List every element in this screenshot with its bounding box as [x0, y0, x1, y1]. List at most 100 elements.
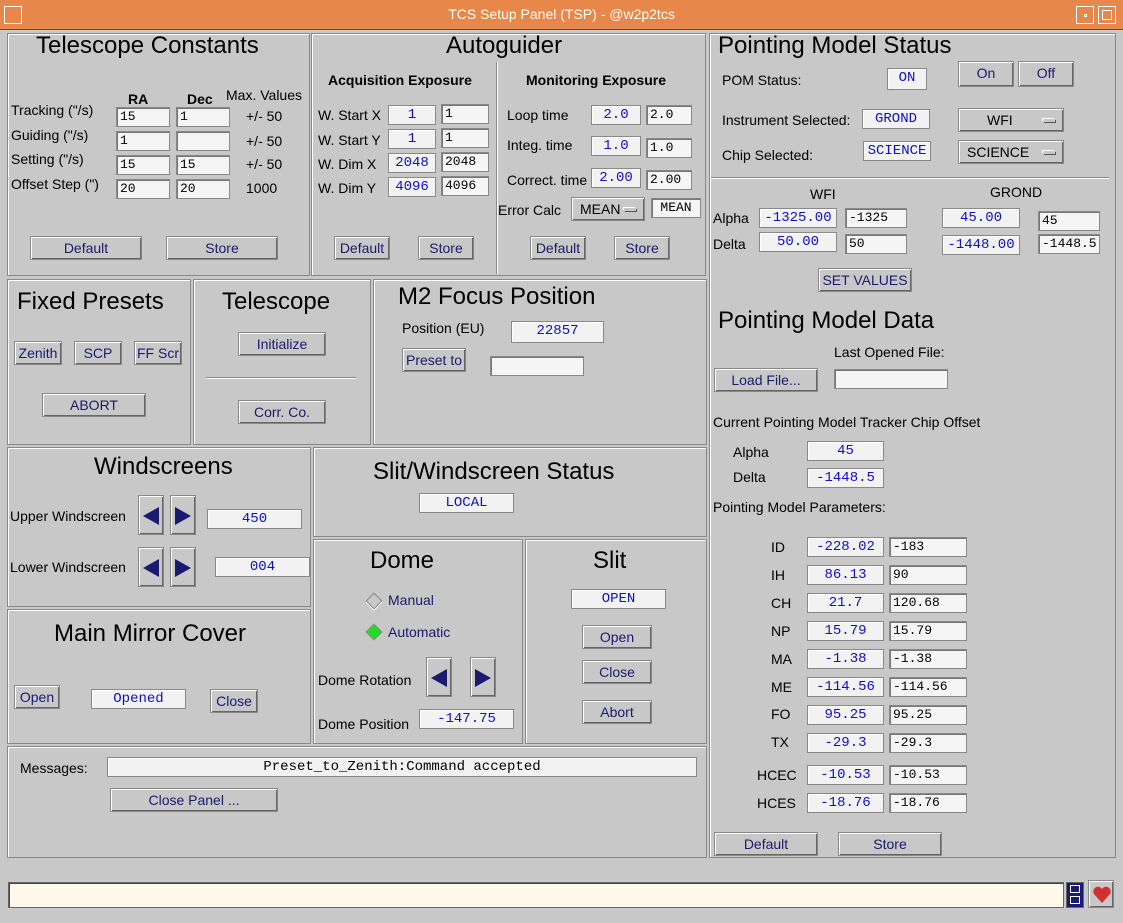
correct-time-value: 2.00 [591, 168, 641, 188]
debug-icon[interactable] [1066, 882, 1084, 908]
param-tx-input[interactable]: -29.3 [889, 733, 967, 753]
telescope-title: Telescope [222, 288, 331, 315]
mirror-close-button[interactable]: Close [210, 689, 258, 713]
wfi-header: WFI [810, 186, 836, 202]
messages-label: Messages: [20, 760, 88, 776]
correct-time-input[interactable]: 2.00 [646, 170, 692, 190]
loop-time-value: 2.0 [591, 105, 641, 125]
lower-windscreen-left-button[interactable] [138, 547, 164, 587]
load-file-button[interactable]: Load File... [714, 368, 818, 392]
offset-step-dec-input[interactable]: 20 [176, 179, 230, 199]
slit-abort-button[interactable]: Abort [582, 700, 652, 724]
param-np-input[interactable]: 15.79 [889, 621, 967, 641]
mirror-open-button[interactable]: Open [14, 685, 60, 709]
integ-time-input[interactable]: 1.0 [646, 138, 692, 158]
pom-on-button[interactable]: On [958, 61, 1014, 87]
monitoring-default-button[interactable]: Default [530, 236, 586, 260]
acquisition-store-button[interactable]: Store [418, 236, 474, 260]
w-start-y-value: 1 [388, 129, 436, 149]
heartbeat-icon[interactable] [1088, 880, 1114, 908]
wfi-alpha-input[interactable]: -1325 [845, 208, 907, 228]
status-bar [8, 882, 1064, 908]
setting-dec-input[interactable]: 15 [176, 155, 230, 175]
param-fo-input[interactable]: 95.25 [889, 705, 967, 725]
upper-windscreen-left-button[interactable] [138, 495, 164, 535]
pom-off-button[interactable]: Off [1018, 61, 1074, 87]
pom-store-button[interactable]: Store [838, 832, 942, 856]
pom-default-button[interactable]: Default [714, 832, 818, 856]
tracking-dec-input[interactable]: 1 [176, 107, 230, 127]
tracking-max: +/- 50 [246, 108, 283, 124]
w-dim-y-label: W. Dim Y [318, 180, 377, 196]
upper-windscreen-right-button[interactable] [170, 495, 196, 535]
param-me-label: ME [771, 679, 792, 695]
slit-open-button[interactable]: Open [582, 625, 652, 649]
param-hces-input[interactable]: -18.76 [889, 793, 967, 813]
param-ma-label: MA [771, 651, 792, 667]
maximize-button[interactable] [1098, 6, 1116, 24]
param-ch-input[interactable]: 120.68 [889, 593, 967, 613]
loop-time-input[interactable]: 2.0 [646, 105, 692, 125]
zenith-button[interactable]: Zenith [14, 341, 62, 365]
m2-preset-to-button[interactable]: Preset to [402, 348, 466, 372]
ra-column-header: RA [128, 91, 149, 107]
chip-offset-alpha-value: 45 [807, 441, 884, 461]
m2-preset-input[interactable] [490, 356, 584, 376]
param-ih-input[interactable]: 90 [889, 565, 967, 585]
mirror-status-value: Opened [91, 689, 186, 709]
close-panel-button[interactable]: Close Panel ... [110, 788, 278, 812]
grond-alpha-input[interactable]: 45 [1038, 211, 1100, 231]
telescope-constants-store-button[interactable]: Store [166, 236, 278, 260]
dome-position-value: -147.75 [419, 709, 514, 729]
abort-preset-button[interactable]: ABORT [42, 393, 146, 417]
acquisition-default-button[interactable]: Default [334, 236, 390, 260]
param-hcec-label: HCEC [757, 767, 797, 783]
guiding-dec-input[interactable] [176, 131, 230, 151]
param-id-input[interactable]: -183 [889, 537, 967, 557]
telescope-constants-default-button[interactable]: Default [30, 236, 142, 260]
ff-scr-button[interactable]: FF Scr [134, 341, 182, 365]
tracking-ra-input[interactable]: 15 [116, 107, 170, 127]
param-me-input[interactable]: -114.56 [889, 677, 967, 697]
minimize-button[interactable] [1076, 6, 1094, 24]
set-values-button[interactable]: SET VALUES [818, 268, 912, 292]
setting-max: +/- 50 [246, 156, 283, 172]
param-ih-label: IH [771, 567, 785, 583]
telescope-constants-title: Telescope Constants [36, 32, 259, 59]
messages-text: Preset_to_Zenith:Command accepted [107, 757, 697, 777]
slit-title: Slit [593, 547, 627, 574]
slit-windscreen-status-value: LOCAL [419, 493, 514, 513]
corr-co-button[interactable]: Corr. Co. [238, 400, 326, 424]
monitoring-store-button[interactable]: Store [614, 236, 670, 260]
window-menu-button[interactable] [4, 6, 22, 24]
initialize-button[interactable]: Initialize [238, 332, 326, 356]
param-ma-value: -1.38 [807, 649, 884, 669]
w-start-x-input[interactable]: 1 [441, 104, 489, 124]
w-dim-x-input[interactable]: 2048 [441, 152, 489, 172]
dome-position-label: Dome Position [318, 716, 410, 732]
lower-windscreen-right-button[interactable] [170, 547, 196, 587]
w-dim-y-input[interactable]: 4096 [441, 176, 489, 196]
offset-step-ra-input[interactable]: 20 [116, 179, 170, 199]
guiding-ra-input[interactable]: 1 [116, 131, 170, 151]
dome-title: Dome [370, 547, 435, 574]
grond-header: GROND [990, 184, 1043, 200]
arrow-right-icon [175, 507, 191, 525]
chip-dropdown[interactable]: SCIENCE [958, 140, 1064, 164]
param-hcec-input[interactable]: -10.53 [889, 765, 967, 785]
setting-ra-input[interactable]: 15 [116, 155, 170, 175]
dome-rotate-right-button[interactable] [470, 657, 496, 697]
grond-delta-input[interactable]: -1448.5 [1038, 234, 1100, 254]
arrow-right-icon [175, 559, 191, 577]
param-hces-value: -18.76 [807, 793, 884, 813]
wfi-delta-input[interactable]: 50 [845, 234, 907, 254]
scp-button[interactable]: SCP [74, 341, 122, 365]
param-ma-input[interactable]: -1.38 [889, 649, 967, 669]
slit-close-button[interactable]: Close [582, 660, 652, 684]
error-calc-dropdown[interactable]: MEAN [571, 197, 645, 221]
instrument-dropdown[interactable]: WFI [958, 108, 1064, 132]
acquisition-exposure-title: Acquisition Exposure [328, 72, 472, 88]
dropdown-indicator-icon [1043, 151, 1055, 154]
dome-rotate-left-button[interactable] [426, 657, 452, 697]
w-start-y-input[interactable]: 1 [441, 128, 489, 148]
